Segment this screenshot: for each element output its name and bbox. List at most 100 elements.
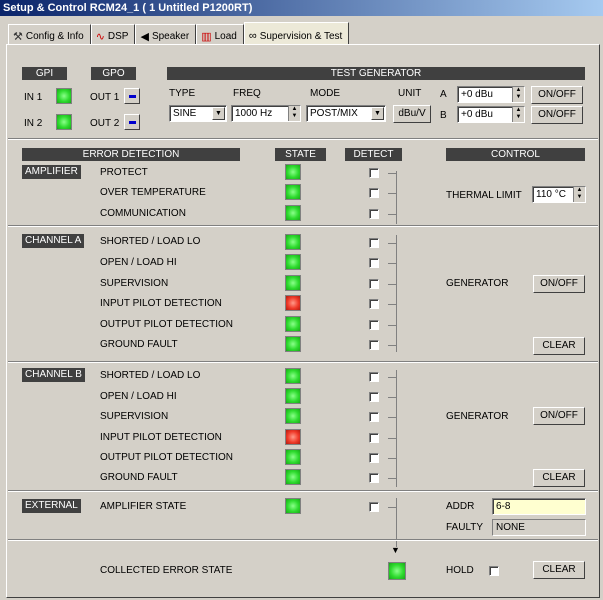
gpo-out2-button[interactable] <box>124 114 140 130</box>
external-amp-state-label: AMPLIFIER STATE <box>100 501 187 512</box>
chb-shorted-label: SHORTED / LOAD LO <box>100 370 201 381</box>
cha-supervision-label: SUPERVISION <box>100 278 169 289</box>
bus-tick <box>388 304 396 305</box>
spin-arrows-icon[interactable]: ▲ ▼ <box>512 107 524 122</box>
chevron-down-icon[interactable]: ▼ <box>371 107 384 120</box>
cha-open-led <box>285 254 301 270</box>
freq-spinner[interactable]: 1000 Hz ▲ ▼ <box>231 105 301 122</box>
bus-tick <box>388 478 396 479</box>
chb-ground-fault-detect-checkbox[interactable] <box>369 473 379 483</box>
gen-a-onoff-button[interactable]: ON/OFF <box>531 86 583 104</box>
curve-icon: ∿ <box>95 30 105 43</box>
chb-supervision-detect-checkbox[interactable] <box>369 412 379 422</box>
gpo-out1-button[interactable] <box>124 88 140 104</box>
addr-label: ADDR <box>446 501 475 512</box>
tab-speaker[interactable]: ◀ Speaker <box>135 24 197 45</box>
cha-ground-fault-detect-checkbox[interactable] <box>369 340 379 350</box>
tab-supervision-test[interactable]: ∞ Supervision & Test <box>243 22 350 45</box>
detect-bus-line <box>396 498 397 538</box>
state-header: STATE <box>275 148 326 161</box>
cha-input-pilot-led <box>285 295 301 311</box>
error-detection-header: ERROR DETECTION <box>22 148 240 161</box>
gpi-in1-led <box>56 88 72 104</box>
faulty-value: NONE <box>492 519 586 536</box>
divider <box>8 490 598 492</box>
cha-clear-button[interactable]: CLEAR <box>533 337 585 355</box>
amp-overtemp-label: OVER TEMPERATURE <box>100 187 206 198</box>
spin-arrows-icon[interactable]: ▲ ▼ <box>573 187 585 202</box>
chb-clear-button[interactable]: CLEAR <box>533 469 585 487</box>
bus-tick <box>388 325 396 326</box>
cha-shorted-led <box>285 234 301 250</box>
tab-load[interactable]: ▥ Load <box>196 24 244 45</box>
cha-open-label: OPEN / LOAD HI <box>100 257 177 268</box>
bus-tick <box>388 243 396 244</box>
chb-input-pilot-detect-checkbox[interactable] <box>369 433 379 443</box>
bus-tick <box>388 458 396 459</box>
chb-open-label: OPEN / LOAD HI <box>100 391 177 402</box>
spin-arrows-icon[interactable]: ▲ ▼ <box>512 87 524 102</box>
gen-b-onoff-button[interactable]: ON/OFF <box>531 106 583 124</box>
chb-open-detect-checkbox[interactable] <box>369 392 379 402</box>
chevron-down-icon[interactable]: ▼ <box>212 107 225 120</box>
setup-control-window: Setup & Control RCM24_1 ( 1 Untitled P12… <box>0 0 603 600</box>
detect-bus-line <box>396 370 397 487</box>
thermal-limit-spinner[interactable]: 110 °C ▲ ▼ <box>532 186 586 203</box>
chb-open-led <box>285 388 301 404</box>
chb-ground-fault-led <box>285 469 301 485</box>
cha-input-pilot-label: INPUT PILOT DETECTION <box>100 298 222 309</box>
amp-overtemp-led <box>285 184 301 200</box>
gen-a-level-spinner[interactable]: +0 dBu ▲ ▼ <box>457 86 525 103</box>
cha-shorted-label: SHORTED / LOAD LO <box>100 236 201 247</box>
bus-tick <box>388 263 396 264</box>
freq-label: FREQ <box>233 88 261 99</box>
gpi-in2-led <box>56 114 72 130</box>
tab-config-info[interactable]: ⚒ Config & Info <box>8 24 91 45</box>
bus-tick <box>388 417 396 418</box>
chb-input-pilot-led <box>285 429 301 445</box>
cha-output-pilot-detect-checkbox[interactable] <box>369 320 379 330</box>
gen-a-value: +0 dBu <box>461 89 493 100</box>
gpi-header: GPI <box>22 67 67 80</box>
cha-supervision-led <box>285 275 301 291</box>
gen-b-level-spinner[interactable]: +0 dBu ▲ ▼ <box>457 106 525 123</box>
mode-select[interactable]: POST/MIX ▼ <box>306 105 386 122</box>
mode-value: POST/MIX <box>310 108 358 119</box>
collected-error-state-led <box>388 562 406 580</box>
chb-shorted-detect-checkbox[interactable] <box>369 372 379 382</box>
test-generator-header: TEST GENERATOR <box>167 67 585 80</box>
bus-tick <box>388 214 396 215</box>
detect-header: DETECT <box>345 148 402 161</box>
detect-bus-line <box>396 171 397 224</box>
external-amp-state-detect-checkbox[interactable] <box>369 502 379 512</box>
spin-arrows-icon[interactable]: ▲ ▼ <box>288 106 300 121</box>
unit-toggle-button[interactable]: dBu/V <box>393 105 431 123</box>
amp-communication-detect-checkbox[interactable] <box>369 209 379 219</box>
amp-communication-label: COMMUNICATION <box>100 208 186 219</box>
collected-clear-button[interactable]: CLEAR <box>533 561 585 579</box>
tab-dsp[interactable]: ∿ DSP <box>90 24 136 45</box>
cha-generator-onoff-button[interactable]: ON/OFF <box>533 275 585 293</box>
hold-checkbox[interactable] <box>489 566 499 576</box>
chb-supervision-label: SUPERVISION <box>100 411 169 422</box>
addr-input[interactable]: 6-8 <box>492 498 586 515</box>
cha-open-detect-checkbox[interactable] <box>369 258 379 268</box>
cha-input-pilot-detect-checkbox[interactable] <box>369 299 379 309</box>
amp-protect-led <box>285 164 301 180</box>
chb-output-pilot-detect-checkbox[interactable] <box>369 453 379 463</box>
supervision-test-panel: GPI GPO TEST GENERATOR IN 1 IN 2 OUT 1 O… <box>6 44 600 598</box>
gpi-in2-label: IN 2 <box>24 118 43 129</box>
cha-supervision-detect-checkbox[interactable] <box>369 279 379 289</box>
cha-shorted-detect-checkbox[interactable] <box>369 238 379 248</box>
tab-bar: ⚒ Config & Info ∿ DSP ◀ Speaker ▥ Load ∞ Supe… <box>8 22 350 45</box>
chb-generator-onoff-button[interactable]: ON/OFF <box>533 407 585 425</box>
tab-label: Load <box>214 31 237 42</box>
freq-value: 1000 Hz <box>235 108 273 119</box>
amp-protect-detect-checkbox[interactable] <box>369 168 379 178</box>
window-title: Setup & Control RCM24_1 ( 1 Untitled P12… <box>0 0 603 16</box>
bus-tick <box>388 284 396 285</box>
amp-overtemp-detect-checkbox[interactable] <box>369 188 379 198</box>
external-section-label: EXTERNAL <box>22 499 81 513</box>
type-select[interactable]: SINE ▼ <box>169 105 227 122</box>
channel-a-section-label: CHANNEL A <box>22 234 85 248</box>
